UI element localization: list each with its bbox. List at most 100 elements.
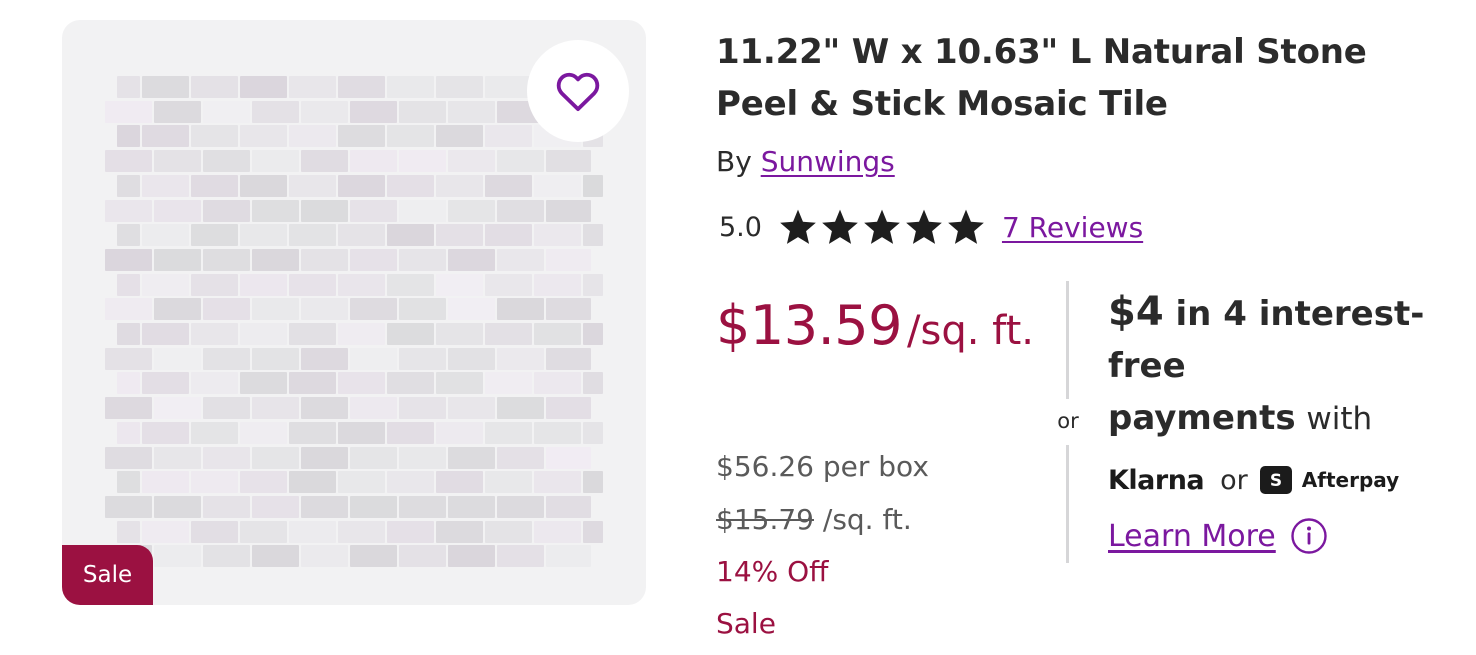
star-filled-icon bbox=[780, 209, 816, 244]
product-image-mosaic-tile[interactable] bbox=[105, 76, 603, 570]
tile-brick bbox=[583, 372, 603, 395]
discount-label: 14% Off bbox=[716, 555, 829, 588]
tile-brick bbox=[497, 446, 544, 469]
tile-brick bbox=[117, 174, 140, 197]
tile-brick bbox=[546, 248, 591, 271]
tile-brick bbox=[436, 76, 483, 98]
tile-brick bbox=[252, 495, 299, 518]
tile-brick bbox=[436, 421, 483, 444]
tile-brick bbox=[534, 323, 581, 345]
tile-brick bbox=[191, 224, 238, 247]
tile-brick bbox=[436, 273, 483, 296]
svg-text:S: S bbox=[1270, 471, 1282, 490]
tile-brick bbox=[240, 125, 287, 148]
tile-brick bbox=[154, 495, 201, 518]
tile-brick bbox=[142, 125, 189, 148]
tile-brick bbox=[436, 323, 483, 345]
tile-brick bbox=[399, 100, 446, 123]
tile-brick bbox=[534, 224, 581, 247]
tile-brick bbox=[154, 199, 201, 222]
klarna-logo: Klarna bbox=[1108, 464, 1205, 496]
tile-brick bbox=[497, 199, 544, 222]
providers-or-text: or bbox=[1220, 464, 1248, 496]
installment-payments-word: payments bbox=[1108, 398, 1296, 438]
sale-badge: Sale bbox=[62, 545, 153, 605]
tile-brick bbox=[338, 224, 385, 247]
tile-brick bbox=[154, 150, 201, 173]
tile-brick bbox=[191, 174, 238, 197]
tile-brick bbox=[142, 174, 189, 197]
tile-brick bbox=[497, 150, 544, 173]
tile-brick bbox=[338, 76, 385, 98]
tile-brick bbox=[142, 372, 189, 395]
tile-brick bbox=[289, 471, 336, 494]
tile-brick bbox=[350, 446, 397, 469]
tile-brick bbox=[154, 298, 201, 321]
reviews-link[interactable]: 7 Reviews bbox=[1002, 211, 1143, 244]
installment-headline: $4 in 4 interest-free bbox=[1108, 286, 1448, 392]
tile-brick bbox=[448, 100, 495, 123]
tile-brick bbox=[338, 520, 385, 543]
tile-brick bbox=[117, 323, 140, 345]
tile-brick bbox=[448, 298, 495, 321]
tile-brick bbox=[387, 323, 434, 345]
was-price-unit: /sq. ft. bbox=[822, 503, 912, 536]
tile-brick bbox=[191, 471, 238, 494]
tile-brick bbox=[387, 372, 434, 395]
tile-brick bbox=[387, 273, 434, 296]
tile-brick bbox=[105, 397, 152, 420]
tile-brick bbox=[240, 76, 287, 98]
tile-brick bbox=[117, 273, 140, 296]
learn-more-link[interactable]: Learn More bbox=[1108, 519, 1276, 554]
tile-brick bbox=[387, 471, 434, 494]
tile-brick bbox=[203, 545, 250, 568]
tile-brick bbox=[387, 520, 434, 543]
tile-brick bbox=[534, 421, 581, 444]
tile-brick bbox=[142, 520, 189, 543]
tile-brick bbox=[240, 520, 287, 543]
tile-brick bbox=[387, 174, 434, 197]
tile-brick bbox=[338, 125, 385, 148]
brand-link[interactable]: Sunwings bbox=[761, 145, 895, 178]
tile-brick bbox=[252, 199, 299, 222]
tile-brick bbox=[338, 323, 385, 345]
product-image-card[interactable]: Sale bbox=[62, 20, 646, 605]
tile-brick bbox=[105, 298, 152, 321]
tile-brick bbox=[301, 446, 348, 469]
tile-brick bbox=[301, 495, 348, 518]
tile-brick bbox=[497, 397, 544, 420]
byline: By Sunwings bbox=[716, 144, 895, 180]
afterpay-logo: Afterpay bbox=[1301, 468, 1400, 492]
tile-brick bbox=[154, 545, 201, 568]
tile-brick bbox=[583, 174, 603, 197]
tile-brick bbox=[252, 298, 299, 321]
tile-brick bbox=[301, 199, 348, 222]
sale-label: Sale bbox=[716, 607, 776, 640]
tile-brick bbox=[399, 495, 446, 518]
divider-line-top bbox=[1066, 281, 1069, 399]
tile-brick bbox=[485, 125, 532, 148]
tile-brick bbox=[191, 323, 238, 345]
tile-brick bbox=[448, 199, 495, 222]
tile-brick bbox=[142, 421, 189, 444]
tile-brick bbox=[350, 199, 397, 222]
learn-more-row: Learn More bbox=[1108, 514, 1328, 558]
tile-brick bbox=[154, 100, 201, 123]
tile-brick bbox=[289, 323, 336, 345]
favorite-button[interactable] bbox=[527, 40, 629, 142]
tile-brick bbox=[497, 298, 544, 321]
tile-brick bbox=[117, 471, 140, 494]
star-filled-icon bbox=[906, 209, 942, 244]
tile-brick bbox=[534, 471, 581, 494]
tile-brick bbox=[203, 347, 250, 370]
info-circle-icon[interactable] bbox=[1290, 517, 1328, 555]
tile-brick bbox=[142, 273, 189, 296]
tile-brick bbox=[485, 273, 532, 296]
tile-brick bbox=[338, 372, 385, 395]
tile-brick bbox=[399, 446, 446, 469]
tile-brick bbox=[105, 446, 152, 469]
tile-brick bbox=[350, 347, 397, 370]
tile-brick bbox=[191, 372, 238, 395]
tile-brick bbox=[191, 76, 238, 98]
tile-brick bbox=[448, 347, 495, 370]
